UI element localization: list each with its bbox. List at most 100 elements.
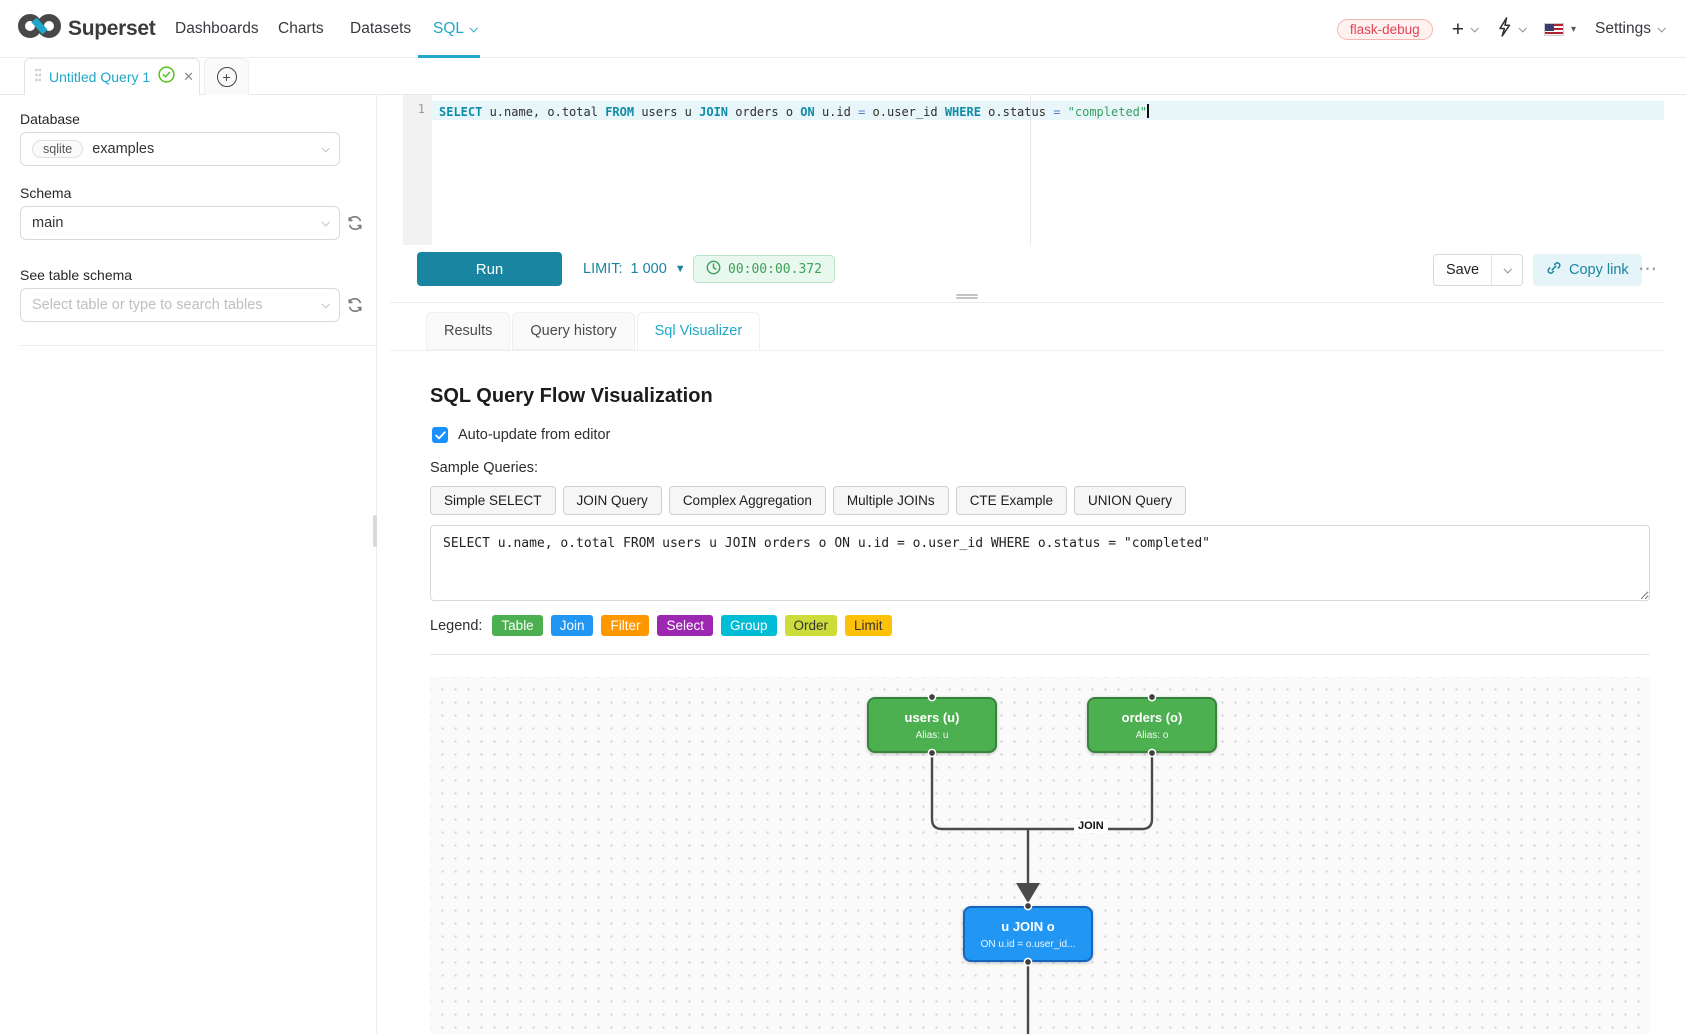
tab-results[interactable]: Results bbox=[426, 312, 510, 350]
brand-name: Superset bbox=[68, 17, 155, 41]
query-input[interactable]: SELECT u.name, o.total FROM users u JOIN… bbox=[430, 525, 1650, 601]
chevron-down-icon bbox=[321, 300, 329, 308]
database-label: Database bbox=[20, 111, 80, 127]
chevron-down-icon bbox=[1470, 24, 1478, 32]
sqllab-sidebar: Database sqlite examples Schema main See… bbox=[0, 95, 377, 1034]
legend-chip-filter: Filter bbox=[601, 615, 649, 636]
sample-queries-label: Sample Queries: bbox=[430, 460, 538, 476]
chevron-down-icon bbox=[469, 24, 477, 32]
sample-multiple-joins-button[interactable]: Multiple JOINs bbox=[833, 486, 949, 515]
tabs-bottom-border bbox=[390, 350, 1664, 351]
run-button[interactable]: Run bbox=[417, 252, 562, 286]
caret-down-icon: ▼ bbox=[675, 263, 686, 275]
limit-value: 1 000 bbox=[630, 261, 666, 277]
flow-canvas[interactable]: users (u) Alias: u orders (o) Alias: o u… bbox=[430, 677, 1650, 1034]
sample-union-query-button[interactable]: UNION Query bbox=[1074, 486, 1186, 515]
legend-chip-select: Select bbox=[657, 615, 713, 636]
tab-query-history[interactable]: Query history bbox=[512, 312, 634, 350]
schema-select[interactable]: main bbox=[20, 206, 340, 240]
chevron-down-icon bbox=[1518, 24, 1526, 32]
plus-circle-icon: + bbox=[217, 67, 237, 87]
save-button[interactable]: Save bbox=[1434, 255, 1491, 285]
limit-label: LIMIT: bbox=[583, 261, 622, 277]
query-search-menu[interactable] bbox=[1496, 17, 1525, 42]
node-handles bbox=[430, 677, 1650, 1034]
sidebar-resize-handle[interactable] bbox=[373, 515, 377, 547]
tab-sql-visualizer[interactable]: Sql Visualizer bbox=[637, 312, 761, 350]
limit-dropdown[interactable]: LIMIT: 1 000 ▼ bbox=[583, 252, 686, 286]
checkbox-checked-icon bbox=[432, 427, 448, 443]
tab-close-icon[interactable]: ✕ bbox=[183, 69, 194, 85]
sidebar-divider bbox=[20, 345, 377, 346]
superset-logo[interactable]: Superset bbox=[16, 12, 155, 45]
editor-gutter: 1 bbox=[403, 95, 432, 245]
schema-value: main bbox=[32, 215, 313, 231]
legend-chip-group: Group bbox=[721, 615, 777, 636]
nav-item-datasets[interactable]: Datasets bbox=[350, 0, 411, 58]
lightning-icon bbox=[1496, 17, 1512, 42]
chevron-down-icon bbox=[321, 144, 329, 152]
refresh-tables-button[interactable] bbox=[346, 296, 364, 314]
flow-node-users[interactable]: users (u) Alias: u bbox=[867, 697, 997, 753]
page-title: SQL Query Flow Visualization bbox=[430, 385, 713, 408]
table-select[interactable]: Select table or type to search tables bbox=[20, 288, 340, 322]
query-saved-check-icon bbox=[158, 66, 175, 88]
text-cursor bbox=[1147, 104, 1149, 118]
pane-divider bbox=[390, 302, 1664, 303]
legend-chip-table: Table bbox=[492, 615, 542, 636]
active-nav-underline bbox=[418, 55, 480, 58]
db-engine-badge: sqlite bbox=[32, 140, 83, 158]
database-select[interactable]: sqlite examples bbox=[20, 132, 340, 166]
us-flag-icon bbox=[1544, 23, 1564, 36]
sample-complex-aggregation-button[interactable]: Complex Aggregation bbox=[669, 486, 826, 515]
pane-resize-handle[interactable] bbox=[956, 293, 978, 301]
schema-label: Schema bbox=[20, 185, 71, 201]
legend-chip-order: Order bbox=[785, 615, 838, 636]
auto-update-checkbox[interactable]: Auto-update from editor bbox=[432, 427, 610, 443]
chevron-down-icon bbox=[321, 218, 329, 226]
sample-join-query-button[interactable]: JOIN Query bbox=[563, 486, 662, 515]
settings-menu[interactable]: Settings bbox=[1595, 20, 1664, 38]
nav-item-dashboards[interactable]: Dashboards bbox=[175, 0, 259, 58]
query-timer: 00:00:00.372 bbox=[693, 255, 835, 283]
nav-item-charts[interactable]: Charts bbox=[278, 0, 324, 58]
database-value: examples bbox=[92, 141, 313, 157]
query-tab-untitled-query-1[interactable]: Untitled Query 1 ✕ bbox=[24, 58, 200, 95]
line-number: 1 bbox=[418, 102, 425, 116]
table-select-placeholder: Select table or type to search tables bbox=[32, 297, 313, 313]
sql-editor[interactable]: 1 SELECT u.name, o.total FROM users u JO… bbox=[403, 95, 1664, 245]
section-divider bbox=[430, 654, 1650, 655]
auto-update-label: Auto-update from editor bbox=[458, 427, 610, 443]
legend: Legend: Table Join Filter Select Group O… bbox=[430, 615, 892, 636]
language-picker[interactable]: ▾ bbox=[1544, 23, 1576, 36]
chevron-down-icon bbox=[1503, 265, 1511, 273]
sample-simple-select-button[interactable]: Simple SELECT bbox=[430, 486, 556, 515]
add-tab-button[interactable]: + bbox=[204, 58, 249, 95]
environment-tag: flask-debug bbox=[1337, 19, 1433, 40]
new-item-menu[interactable]: + bbox=[1452, 19, 1477, 40]
flow-edges bbox=[430, 677, 1650, 1034]
more-options-button[interactable]: ⋯ bbox=[1638, 258, 1658, 281]
nav-item-sql[interactable]: SQL bbox=[433, 0, 476, 58]
superset-sql-lab: Superset Dashboards Charts Datasets SQL … bbox=[0, 0, 1686, 1034]
save-options-button[interactable] bbox=[1491, 255, 1522, 285]
caret-down-icon: ▾ bbox=[1571, 24, 1576, 35]
copy-link-button[interactable]: Copy link bbox=[1533, 254, 1642, 286]
table-schema-label: See table schema bbox=[20, 267, 132, 283]
flow-node-join[interactable]: u JOIN o ON u.id = o.user_id... bbox=[963, 906, 1093, 962]
plus-icon: + bbox=[1452, 19, 1464, 40]
legend-label: Legend: bbox=[430, 618, 482, 634]
clock-icon bbox=[706, 260, 721, 279]
sample-query-buttons: Simple SELECT JOIN Query Complex Aggrega… bbox=[430, 486, 1186, 515]
result-tabs: Results Query history Sql Visualizer bbox=[426, 312, 760, 350]
sample-cte-example-button[interactable]: CTE Example bbox=[956, 486, 1067, 515]
tab-title: Untitled Query 1 bbox=[49, 69, 150, 85]
sql-code-line: SELECT u.name, o.total FROM users u JOIN… bbox=[439, 104, 1149, 119]
timer-value: 00:00:00.372 bbox=[728, 262, 822, 277]
refresh-schemas-button[interactable] bbox=[346, 214, 364, 232]
navbar: Superset Dashboards Charts Datasets SQL … bbox=[0, 0, 1686, 58]
edge-label-join: JOIN bbox=[1074, 819, 1108, 833]
flow-node-orders[interactable]: orders (o) Alias: o bbox=[1087, 697, 1217, 753]
query-tabstrip: Untitled Query 1 ✕ + bbox=[0, 58, 1686, 95]
chevron-down-icon bbox=[1657, 24, 1665, 32]
